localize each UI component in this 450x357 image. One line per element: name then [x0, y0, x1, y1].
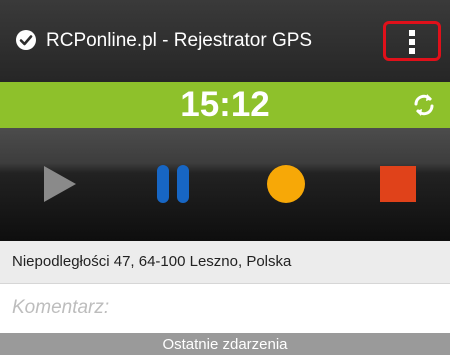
record-button[interactable] [267, 165, 305, 203]
refresh-icon [414, 94, 434, 116]
check-badge-icon [16, 30, 36, 50]
play-button[interactable] [44, 166, 76, 202]
overflow-menu-button[interactable] [383, 21, 441, 61]
pause-button[interactable] [157, 165, 189, 203]
recording-controls [0, 128, 450, 241]
current-address: Niepodległości 47, 64-100 Leszno, Polska [12, 253, 292, 270]
refresh-button[interactable] [410, 91, 438, 119]
stop-button[interactable] [380, 166, 416, 202]
comment-input[interactable] [0, 284, 450, 332]
clock-time: 15:12 [180, 85, 270, 124]
app-title: RCPonline.pl - Rejestrator GPS [46, 30, 313, 51]
recent-events-header: Ostatnie zdarzenia [0, 333, 450, 355]
play-icon [44, 166, 76, 202]
clock-bar: 15:12 [0, 82, 450, 128]
title-bar: RCPonline.pl - Rejestrator GPS [0, 0, 450, 82]
address-bar: Niepodległości 47, 64-100 Leszno, Polska [0, 241, 450, 284]
